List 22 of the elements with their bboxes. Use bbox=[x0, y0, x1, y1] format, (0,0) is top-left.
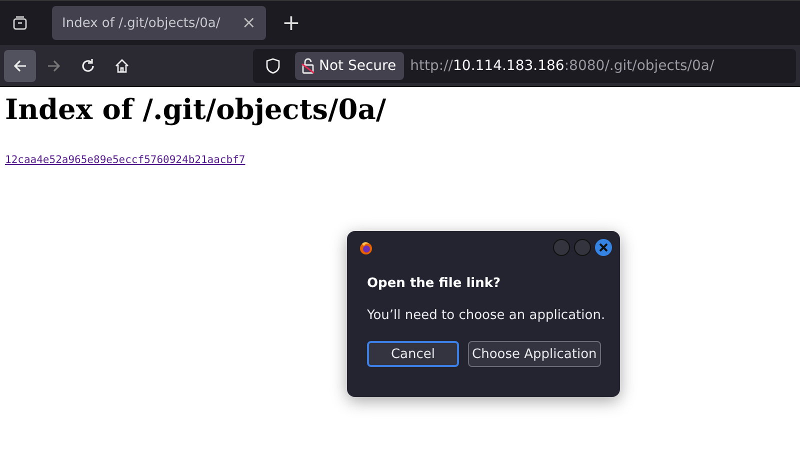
not-secure-indicator[interactable]: Not Secure bbox=[295, 52, 404, 80]
page-heading: Index of /.git/objects/0a/ bbox=[5, 93, 388, 126]
back-arrow-icon bbox=[12, 58, 28, 74]
close-tab-button[interactable]: × bbox=[242, 13, 256, 33]
close-icon bbox=[599, 243, 608, 252]
file-link[interactable]: 12caa4e52a965e89e5eccf5760924b21aacbf7 bbox=[5, 154, 246, 166]
dialog-message: You’ll need to choose an application. bbox=[367, 308, 606, 323]
home-icon bbox=[114, 58, 130, 74]
new-tab-button[interactable]: + bbox=[274, 10, 308, 36]
browser-logo-icon bbox=[359, 240, 373, 254]
dialog-button[interactable]: Cancel bbox=[367, 341, 459, 367]
reload-icon bbox=[80, 58, 96, 74]
dialog-button[interactable]: Choose Application bbox=[468, 341, 601, 367]
close-button[interactable] bbox=[595, 239, 612, 256]
crossed-lock-icon bbox=[301, 58, 315, 74]
forward-arrow-icon bbox=[46, 58, 62, 74]
dialog-title: Open the file link? bbox=[367, 276, 502, 291]
browser-tab[interactable]: Index of /.git/objects/0a/ × bbox=[52, 6, 266, 40]
address-bar[interactable]: Not Secure http://10.114.183.186:8080/.git/objects/0a/ bbox=[253, 48, 796, 82]
url-text: http://10.114.183.186:8080/.git/objects/0a/ bbox=[410, 58, 714, 74]
back-button[interactable] bbox=[4, 50, 36, 82]
tab-title: Index of /.git/objects/0a/ bbox=[62, 16, 220, 30]
